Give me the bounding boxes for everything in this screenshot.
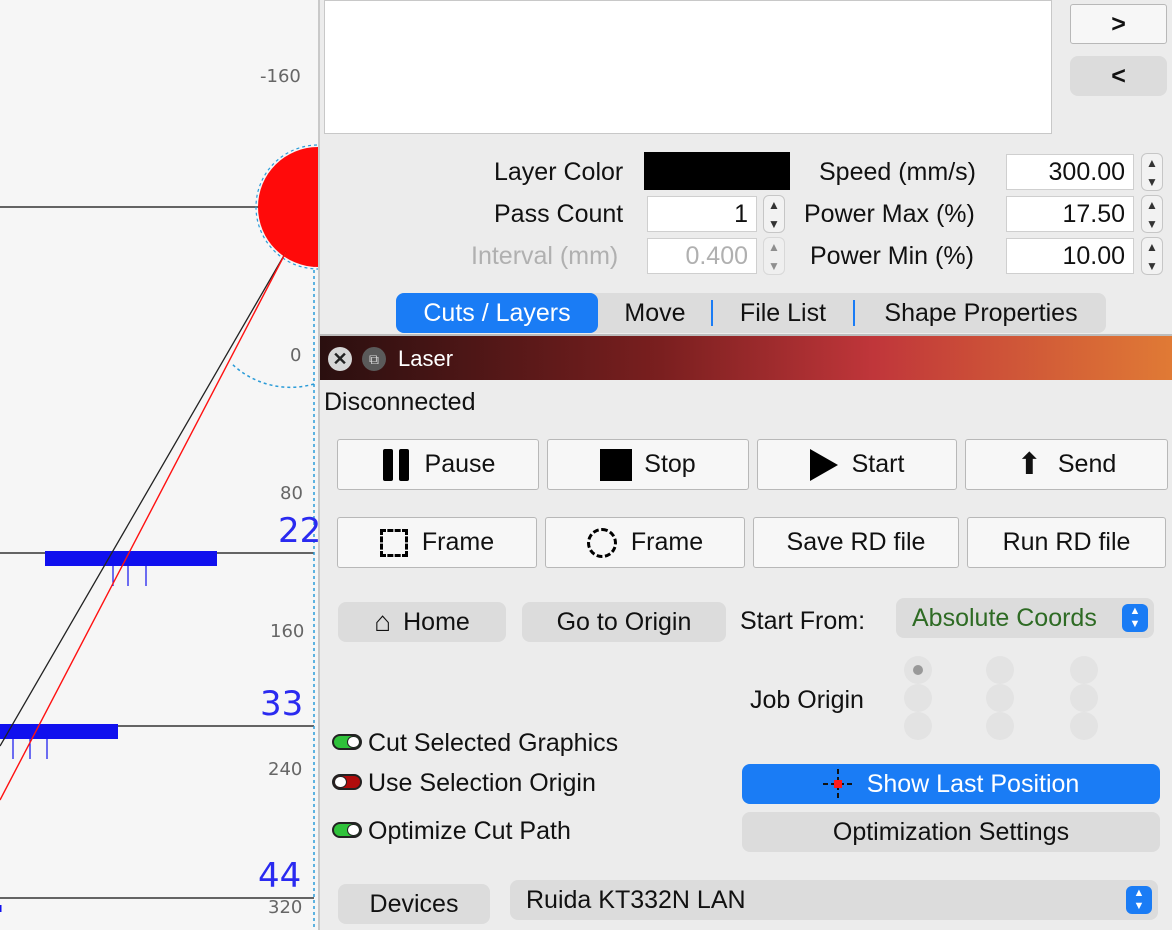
ruler-label: 320 bbox=[268, 897, 303, 918]
start-from-label: Start From: bbox=[740, 607, 866, 635]
pause-button[interactable]: Pause bbox=[337, 439, 539, 490]
start-from-value: Absolute Coords bbox=[912, 603, 1097, 632]
interval-field[interactable]: 0.400 bbox=[647, 238, 757, 274]
speed-label: Speed (mm/s) bbox=[819, 158, 976, 186]
ruler-label: -160 bbox=[260, 66, 301, 87]
optimize-cut-path-toggle[interactable] bbox=[332, 822, 362, 838]
undock-icon[interactable]: ⧉ bbox=[362, 347, 386, 371]
send-button[interactable]: ⬆ Send bbox=[965, 439, 1168, 490]
ruler-label: 80 bbox=[280, 483, 303, 504]
stop-icon bbox=[600, 448, 633, 481]
pause-icon bbox=[381, 448, 411, 481]
use-selection-origin-toggle[interactable] bbox=[332, 774, 362, 790]
pause-label: Pause bbox=[424, 450, 496, 478]
start-button[interactable]: Start bbox=[757, 439, 957, 490]
cut-number: 22 bbox=[278, 511, 320, 551]
use-selection-origin-label: Use Selection Origin bbox=[368, 769, 596, 797]
crosshair-icon bbox=[822, 769, 853, 799]
origin-bottom-left[interactable] bbox=[904, 712, 932, 740]
tab-shape-properties[interactable]: Shape Properties bbox=[857, 293, 1105, 333]
next-button[interactable]: > bbox=[1070, 4, 1167, 44]
pass-count-stepper[interactable]: ▲ ▼ bbox=[763, 195, 785, 233]
chevron-updown-icon: ▲ ▼ bbox=[1122, 604, 1148, 632]
frame-rect-icon bbox=[379, 528, 408, 557]
power-max-stepper[interactable]: ▲ ▼ bbox=[1141, 195, 1163, 233]
canvas-drawing bbox=[0, 144, 318, 930]
interval-label: Interval (mm) bbox=[471, 242, 619, 270]
frame-circle-button[interactable]: Frame bbox=[545, 517, 745, 568]
devices-button[interactable]: Devices bbox=[338, 884, 490, 924]
ruler-label: 0 bbox=[290, 345, 302, 366]
ruler-label: 160 bbox=[270, 621, 305, 642]
home-button[interactable]: ⌂ Home bbox=[338, 602, 506, 642]
home-icon: ⌂ bbox=[374, 606, 392, 637]
origin-top-right[interactable] bbox=[1070, 656, 1098, 684]
cut-number: 33 bbox=[260, 684, 304, 724]
start-from-select[interactable]: Absolute Coords ▲ ▼ bbox=[896, 598, 1154, 638]
cut-number: 44 bbox=[258, 856, 302, 896]
power-min-label: Power Min (%) bbox=[810, 242, 974, 270]
origin-middle-left[interactable] bbox=[904, 684, 932, 712]
tab-file-list[interactable]: File List bbox=[715, 293, 851, 333]
laser-title-bar: ✕ ⧉ Laser bbox=[320, 334, 1172, 380]
device-value: Ruida KT332N LAN bbox=[526, 885, 746, 914]
run-rd-button[interactable]: Run RD file bbox=[967, 517, 1166, 568]
power-min-stepper[interactable]: ▲ ▼ bbox=[1141, 237, 1163, 275]
optimize-cut-path-label: Optimize Cut Path bbox=[368, 817, 571, 845]
tab-divider bbox=[853, 300, 855, 326]
origin-top-center[interactable] bbox=[986, 656, 1014, 684]
right-panel: > < Layer Color Pass Count 1 ▲ ▼ Interval… bbox=[320, 0, 1172, 930]
cut-selected-label: Cut Selected Graphics bbox=[368, 729, 619, 757]
origin-bottom-center[interactable] bbox=[986, 712, 1014, 740]
go-to-origin-button[interactable]: Go to Origin bbox=[522, 602, 726, 642]
tab-divider bbox=[711, 300, 713, 326]
origin-center[interactable] bbox=[986, 684, 1014, 712]
layer-color-label: Layer Color bbox=[494, 158, 624, 186]
tab-move[interactable]: Move bbox=[600, 293, 710, 333]
layer-color-swatch[interactable] bbox=[644, 152, 790, 190]
job-origin-label: Job Origin bbox=[750, 686, 864, 714]
upload-arrow-icon: ⬆ bbox=[1016, 448, 1042, 481]
interval-stepper[interactable]: ▲ ▼ bbox=[763, 237, 785, 275]
tab-cuts-layers[interactable]: Cuts / Layers bbox=[396, 293, 598, 333]
power-max-field[interactable]: 17.50 bbox=[1006, 196, 1134, 232]
speed-field[interactable]: 300.00 bbox=[1006, 154, 1134, 190]
stop-button[interactable]: Stop bbox=[547, 439, 749, 490]
frame-circle-label: Frame bbox=[630, 528, 704, 556]
origin-middle-right[interactable] bbox=[1070, 684, 1098, 712]
optimization-settings-button[interactable]: Optimization Settings bbox=[742, 812, 1160, 852]
save-rd-button[interactable]: Save RD file bbox=[753, 517, 959, 568]
device-select[interactable]: Ruida KT332N LAN ▲ ▼ bbox=[510, 880, 1158, 920]
origin-top-left[interactable] bbox=[904, 656, 932, 684]
chevron-updown-icon: ▲ ▼ bbox=[1126, 886, 1152, 914]
speed-stepper[interactable]: ▲ ▼ bbox=[1141, 153, 1163, 191]
frame-rect-label: Frame bbox=[421, 528, 495, 556]
laser-title: Laser bbox=[398, 346, 454, 371]
ruler-label: 240 bbox=[268, 759, 303, 780]
connection-status: Disconnected bbox=[324, 388, 476, 416]
stop-label: Stop bbox=[644, 450, 696, 478]
home-label: Home bbox=[403, 607, 470, 636]
frame-circle-icon bbox=[586, 527, 617, 558]
pass-count-field[interactable]: 1 bbox=[647, 196, 757, 232]
power-max-label: Power Max (%) bbox=[804, 200, 975, 228]
close-icon[interactable]: ✕ bbox=[328, 347, 352, 371]
start-label: Start bbox=[851, 450, 905, 478]
cut-selected-toggle[interactable] bbox=[332, 734, 362, 750]
pass-count-label: Pass Count bbox=[494, 200, 624, 228]
power-min-field[interactable]: 10.00 bbox=[1006, 238, 1134, 274]
show-last-position-button[interactable]: Show Last Position bbox=[742, 764, 1160, 804]
show-last-position-label: Show Last Position bbox=[866, 769, 1080, 798]
send-label: Send bbox=[1057, 450, 1117, 478]
layer-list[interactable] bbox=[324, 0, 1052, 134]
prev-button[interactable]: < bbox=[1070, 56, 1167, 96]
play-icon bbox=[809, 448, 838, 481]
frame-rect-button[interactable]: Frame bbox=[337, 517, 537, 568]
design-canvas[interactable]: -160 0 80 160 240 320 22 33 44 bbox=[0, 0, 320, 930]
origin-bottom-right[interactable] bbox=[1070, 712, 1098, 740]
